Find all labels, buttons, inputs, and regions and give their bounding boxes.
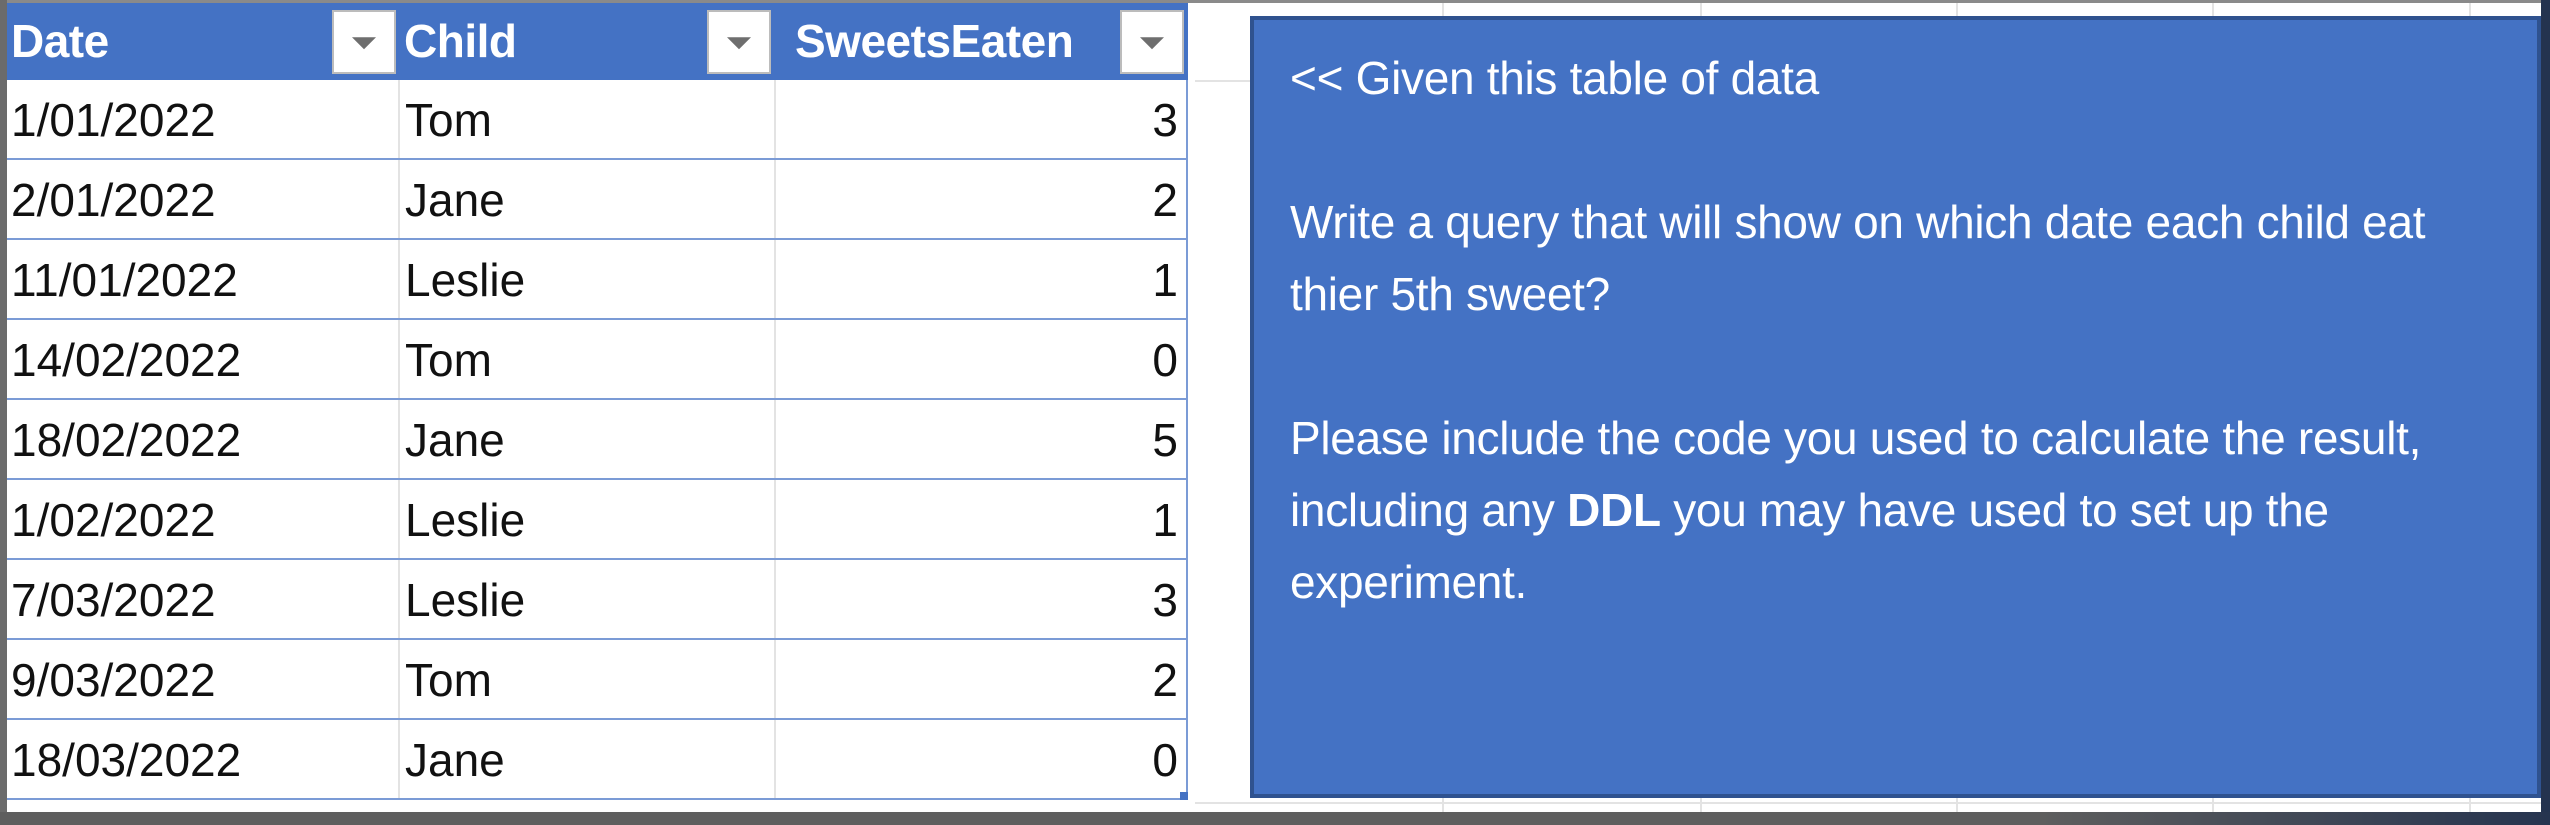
table-row: 1/01/2022 Tom 3 [7,80,1188,160]
note-spacer [1290,114,2537,186]
table-row: 9/03/2022 Tom 2 [7,640,1188,720]
note-spacer [1290,330,2537,402]
column-header-label: SweetsEaten [795,15,1074,67]
date-filter-button[interactable] [332,10,396,74]
filter-dropdown-icon [1140,37,1164,50]
sweets-cell[interactable]: 1 [776,480,1188,558]
sweets-table: Date Child SweetsEaten 1/01/2022 Tom 3 2… [0,3,1188,800]
child-cell[interactable]: Jane [400,160,776,238]
date-cell[interactable]: 9/03/2022 [7,640,400,718]
child-filter-button[interactable] [707,10,771,74]
gridline [1195,802,2541,804]
instruction-note-shape[interactable]: << Given this table of data Write a quer… [1250,16,2541,798]
date-cell[interactable]: 18/03/2022 [7,720,400,798]
date-cell[interactable]: 11/01/2022 [7,240,400,318]
filter-dropdown-icon [727,37,751,50]
table-row: 18/03/2022 Jane 0 [7,720,1188,800]
sweets-cell[interactable]: 1 [776,240,1188,318]
child-cell[interactable]: Tom [400,640,776,718]
sweetseaten-filter-button[interactable] [1120,10,1184,74]
child-cell[interactable]: Jane [400,400,776,478]
note-instructions: Please include the code you used to calc… [1290,402,2520,618]
date-cell[interactable]: 7/03/2022 [7,560,400,638]
note-question: Write a query that will show on which da… [1290,196,2426,320]
sweets-cell[interactable]: 0 [776,320,1188,398]
filter-dropdown-icon [352,37,376,50]
sweets-cell[interactable]: 5 [776,400,1188,478]
sweets-cell[interactable]: 0 [776,720,1188,798]
child-cell[interactable]: Tom [400,320,776,398]
date-cell[interactable]: 14/02/2022 [7,320,400,398]
date-cell[interactable]: 18/02/2022 [7,400,400,478]
column-header-label: Date [11,15,109,67]
date-cell[interactable]: 1/01/2022 [7,80,400,158]
date-cell[interactable]: 2/01/2022 [7,160,400,238]
window-frame-right [2541,0,2550,825]
table-row: 14/02/2022 Tom 0 [7,320,1188,400]
child-cell[interactable]: Leslie [400,560,776,638]
child-cell[interactable]: Leslie [400,240,776,318]
column-header-label: Child [404,15,517,67]
window-frame-bottom [0,812,2550,825]
child-cell[interactable]: Tom [400,80,776,158]
sweets-cell[interactable]: 2 [776,160,1188,238]
note-intro: << Given this table of data [1290,52,1819,104]
note-ddl-bold: DDL [1567,484,1661,536]
table-header-row: Date Child SweetsEaten [7,3,1188,80]
date-cell[interactable]: 1/02/2022 [7,480,400,558]
table-row: 18/02/2022 Jane 5 [7,400,1188,480]
table-row: 2/01/2022 Jane 2 [7,160,1188,240]
table-resize-handle[interactable] [1180,792,1188,800]
child-cell[interactable]: Jane [400,720,776,798]
window-frame-left [0,0,7,825]
table-row: 11/01/2022 Leslie 1 [7,240,1188,320]
column-header-sweetseaten[interactable]: SweetsEaten [791,3,1121,80]
sweets-cell[interactable]: 3 [776,80,1188,158]
sweets-cell[interactable]: 3 [776,560,1188,638]
sweets-cell[interactable]: 2 [776,640,1188,718]
table-row: 1/02/2022 Leslie 1 [0,480,1188,560]
table-row: 7/03/2022 Leslie 3 [7,560,1188,640]
child-cell[interactable]: Leslie [400,480,776,558]
